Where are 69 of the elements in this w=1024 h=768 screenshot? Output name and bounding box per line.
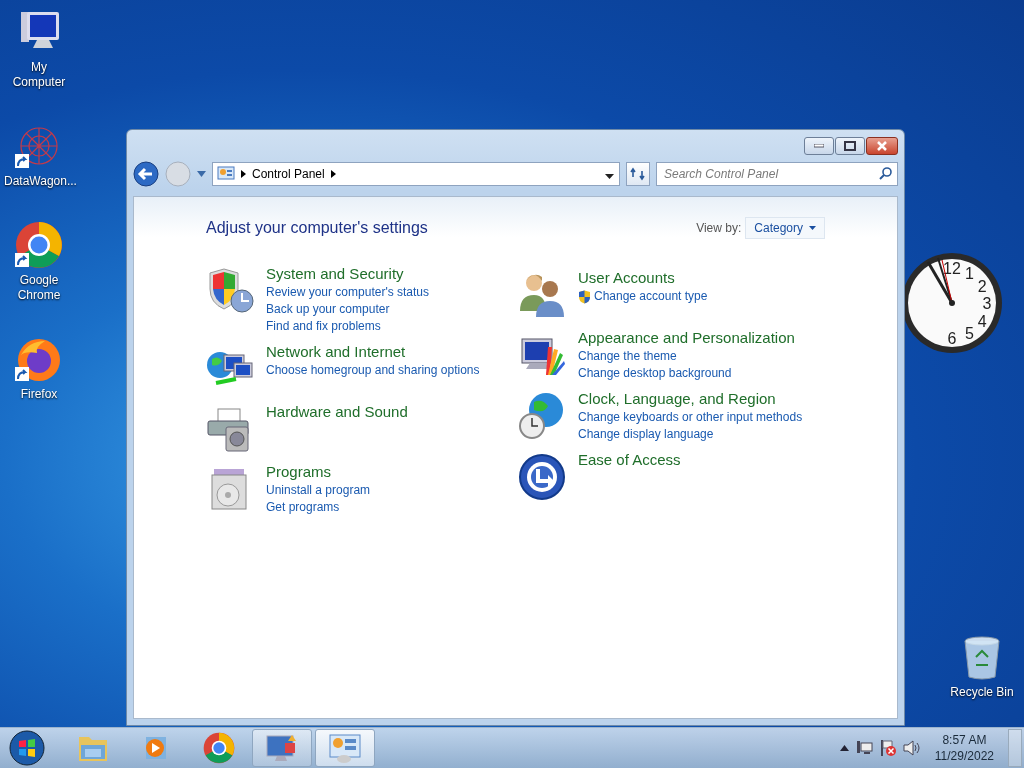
control-panel-icon (328, 733, 362, 763)
shield-icon (206, 267, 254, 315)
show-hidden-icons-icon[interactable] (839, 745, 849, 751)
desktop-icon-label[interactable]: Recycle Bin (950, 685, 1014, 699)
category-link[interactable]: System and Security (266, 265, 404, 284)
clock-number: 1 (965, 264, 974, 282)
task-link[interactable]: Change display language (578, 426, 714, 443)
task-link[interactable]: Back up your computer (266, 301, 390, 318)
task-link[interactable]: Change account type (578, 288, 708, 305)
address-bar[interactable]: Control Panel (212, 162, 620, 186)
close-icon (876, 141, 888, 151)
category-link[interactable]: Clock, Language, and Region (578, 390, 776, 409)
clock-number: 3 (982, 295, 992, 312)
task-link[interactable]: Uninstall a program (266, 482, 371, 499)
history-dropdown-icon[interactable] (197, 171, 206, 177)
minimize-button[interactable] (804, 137, 834, 155)
clock-number: 5 (965, 325, 974, 343)
page-heading: Adjust your computer's settings (206, 219, 428, 237)
category-link[interactable]: Ease of Access (578, 451, 681, 470)
desktop-icon-label[interactable]: DataWagon... (4, 174, 74, 189)
caret-icon (809, 226, 816, 230)
task-link[interactable]: Change desktop background (578, 365, 732, 382)
back-button[interactable] (133, 161, 159, 187)
flag-error-icon[interactable] (878, 739, 897, 757)
view-by-label: View by: (696, 221, 742, 235)
desktop-icon-label[interactable]: Firefox (4, 387, 74, 402)
taskbar-button[interactable] (315, 729, 375, 767)
category-link[interactable]: Programs (266, 463, 332, 482)
search-icon (879, 167, 892, 180)
minimize-icon (814, 144, 824, 148)
task-link[interactable]: Change the theme (578, 348, 677, 365)
category-link[interactable]: User Accounts (578, 269, 675, 288)
task-link[interactable]: Review your computer's status (266, 284, 430, 301)
maximize-button[interactable] (835, 137, 865, 155)
monitor-icon (265, 733, 299, 763)
category-link[interactable]: Hardware and Sound (266, 403, 408, 422)
maximize-icon (844, 141, 856, 151)
taskbar-button[interactable] (252, 729, 312, 767)
clock-number: 2 (977, 277, 987, 295)
control-panel-icon (217, 166, 235, 182)
caret-icon (604, 173, 614, 179)
desktop-icon-label[interactable]: My Computer (4, 60, 74, 90)
category-link[interactable]: Appearance and Personalization (578, 329, 795, 348)
category-link[interactable]: Network and Internet (266, 343, 406, 362)
view-by-dropdown[interactable]: Category (745, 217, 825, 239)
chrome-icon (203, 732, 235, 764)
refresh-icon (630, 167, 646, 181)
breadcrumb[interactable]: Control Panel (252, 167, 325, 181)
desktop-icon-label[interactable]: Google Chrome (4, 273, 74, 303)
chevron-right-icon[interactable] (330, 170, 336, 178)
task-link[interactable]: Find and fix problems (266, 318, 381, 335)
search-field[interactable]: Search Control Panel (656, 162, 898, 186)
chevron-right-icon[interactable] (241, 170, 246, 178)
chrome-icon (15, 221, 63, 269)
refresh-button[interactable] (626, 162, 650, 186)
network-icon[interactable] (854, 740, 873, 756)
task-link[interactable]: Get programs (266, 499, 340, 516)
clock-number: 12 (943, 260, 961, 277)
close-button[interactable] (866, 137, 898, 155)
clock-number: 4 (977, 312, 987, 330)
taskbar-clock[interactable]: 8:57 AM 11/29/2022 (934, 732, 994, 764)
globe-clock-icon (518, 392, 566, 440)
recycle-bin-icon (962, 635, 1002, 681)
task-link[interactable]: Change keyboards or other input methods (578, 409, 803, 426)
speaker-icon[interactable] (902, 740, 921, 756)
accessibility-icon (518, 453, 566, 501)
clock-number: 6 (947, 330, 957, 347)
task-link[interactable]: Choose homegroup and sharing options (266, 362, 480, 379)
start-button[interactable] (6, 729, 48, 767)
